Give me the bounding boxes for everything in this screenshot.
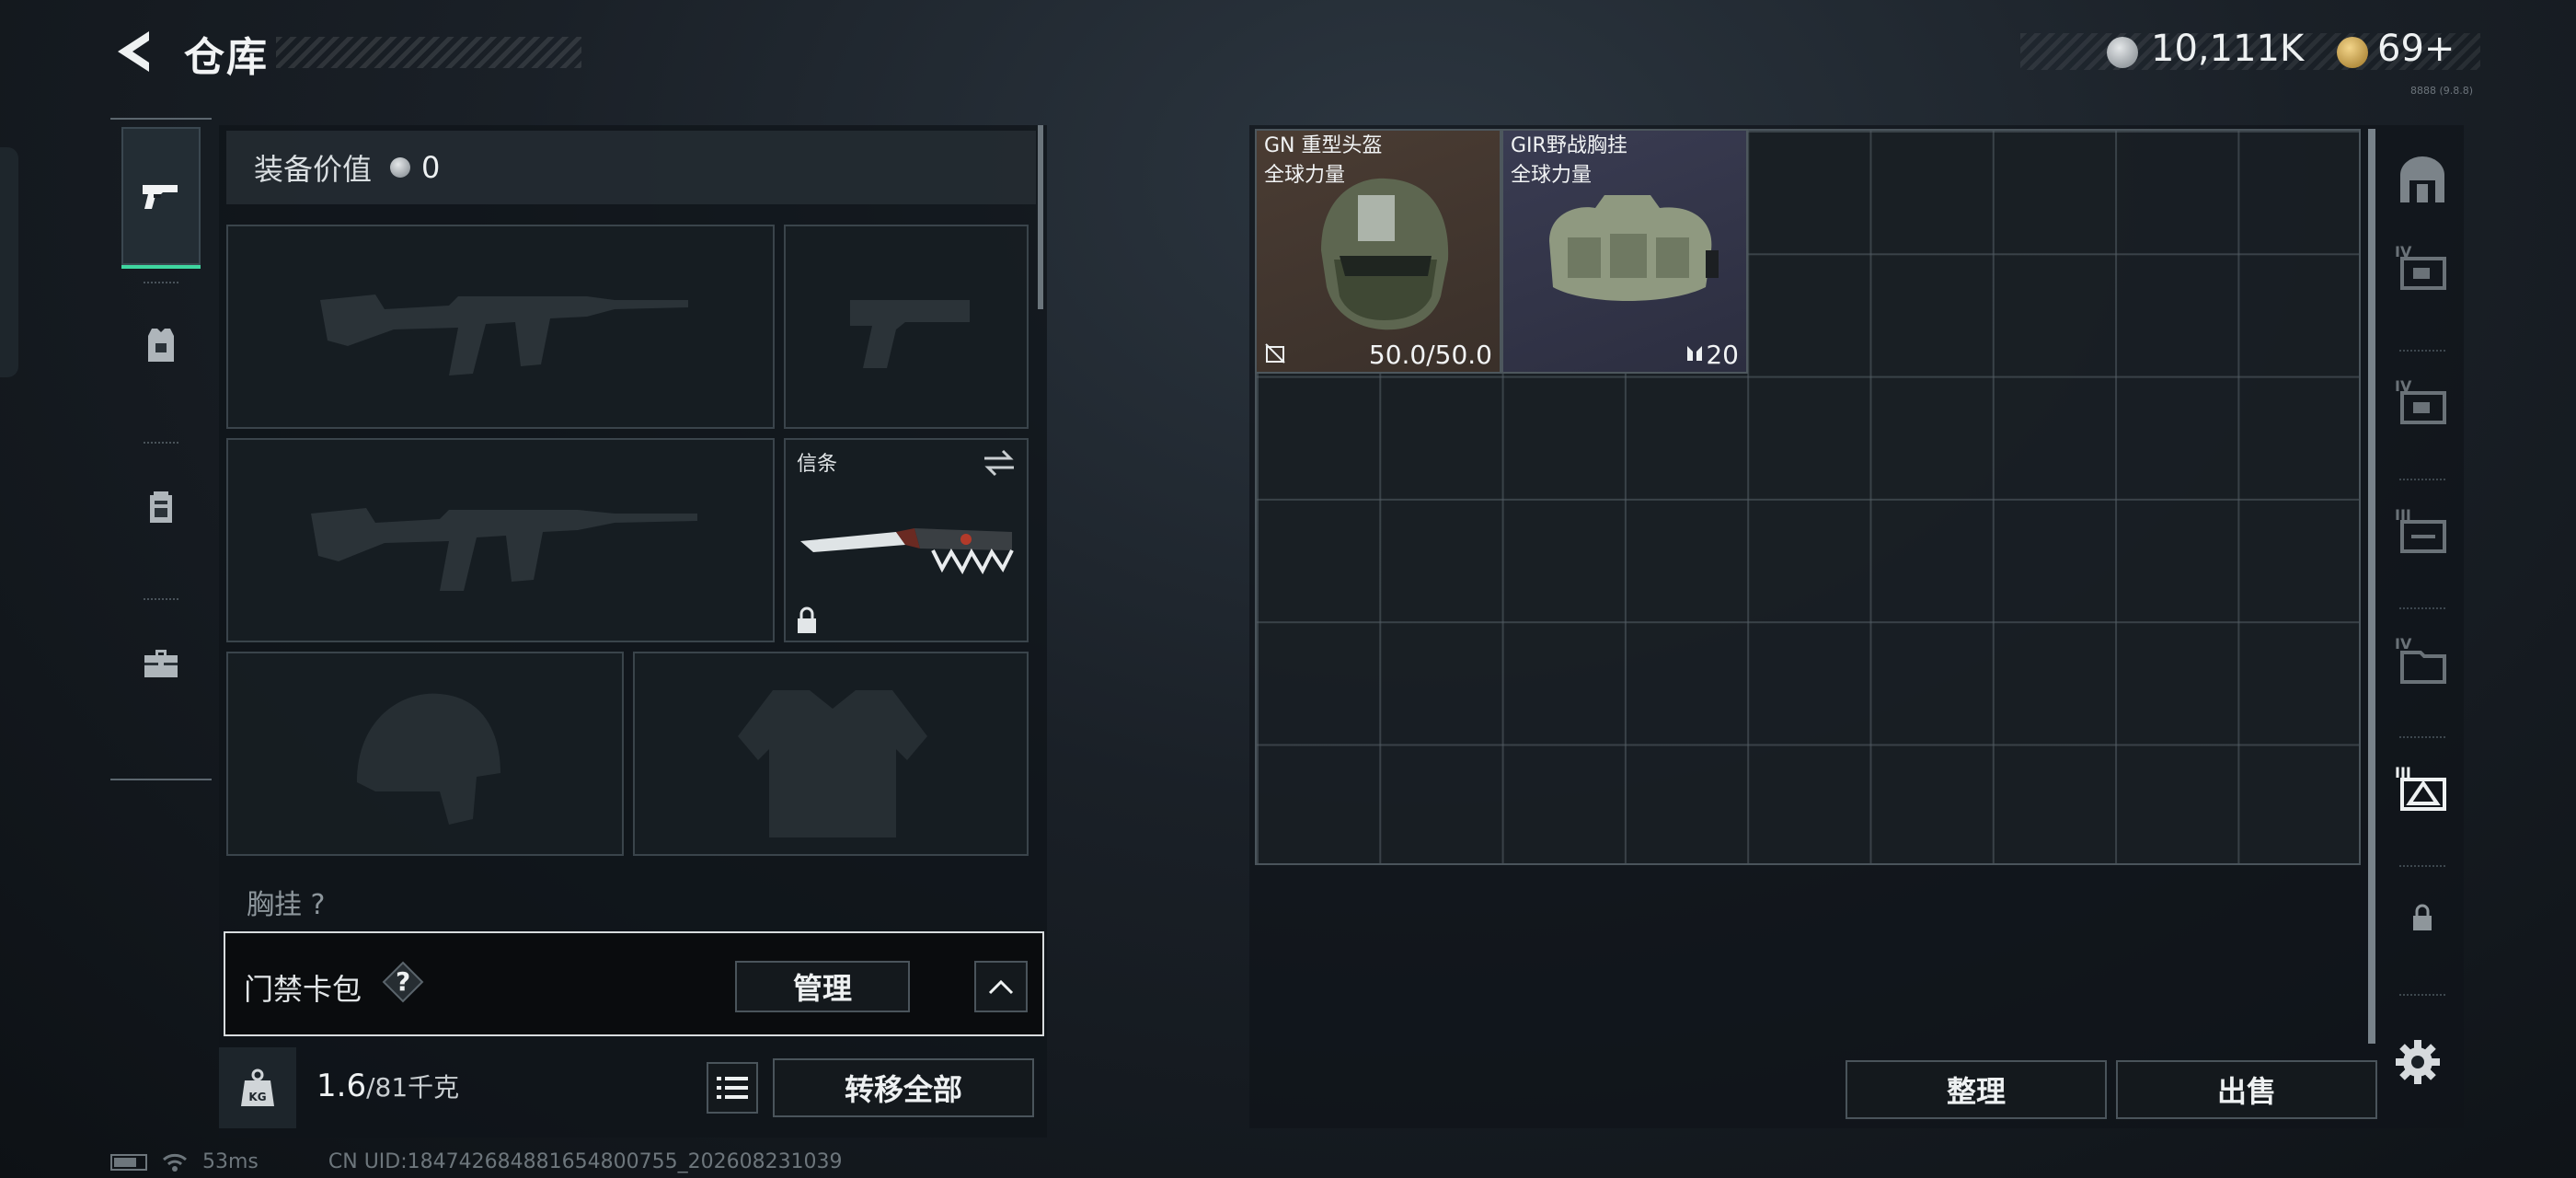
stash-tab-locked[interactable] — [2383, 867, 2462, 968]
helmet-slot[interactable] — [226, 652, 624, 856]
chest-rig-icon — [1549, 195, 1719, 301]
lock-icon — [798, 606, 816, 633]
pistol-silhouette-icon — [850, 300, 970, 368]
item-durability: 50.0/50.0 — [1368, 340, 1492, 370]
svg-text:KG: KG — [248, 1091, 266, 1103]
chevron-up-icon — [988, 979, 1014, 995]
help-icon[interactable]: ? — [382, 961, 424, 1003]
chest-rig-label: 胸挂 ? — [247, 889, 326, 921]
nav-divider — [144, 442, 178, 444]
lock-icon — [2413, 904, 2432, 930]
stash-tab-4[interactable]: IV — [2383, 609, 2462, 710]
silver-currency-amount: 10,111K — [2151, 28, 2305, 70]
battery-icon — [110, 1153, 147, 1171]
armor-vest-icon — [148, 329, 174, 362]
nav-tab-toolbox[interactable] — [121, 612, 201, 713]
primary-weapon-slot[interactable] — [226, 225, 775, 429]
list-icon — [717, 1077, 748, 1099]
pistol-icon — [143, 185, 178, 209]
equip-value-header: 装备价值 0 — [226, 131, 1036, 204]
rifle-silhouette-icon — [320, 294, 688, 375]
nav-tab-backpack[interactable] — [121, 456, 201, 557]
page-title: 仓库 — [184, 34, 269, 81]
title-decoration — [276, 37, 581, 68]
loadout-scrollbar[interactable] — [1038, 125, 1043, 309]
sell-button[interactable]: 出售 — [2116, 1060, 2377, 1119]
silver-coin-icon — [2107, 37, 2138, 68]
silver-coin-icon — [390, 157, 411, 178]
secondary-weapon-slot[interactable] — [226, 438, 775, 642]
swap-icon[interactable] — [981, 447, 1018, 479]
stash-tab-3[interactable]: III — [2383, 480, 2462, 582]
stash-tab-5-active[interactable]: III — [2383, 738, 2462, 839]
user-uid: CN UID:184742684881654800755_20260823103… — [328, 1150, 843, 1173]
stash-tab-2[interactable]: IV — [2383, 352, 2462, 453]
gear-icon[interactable] — [2394, 1038, 2442, 1086]
durability-icon — [1265, 343, 1285, 364]
knife-icon — [800, 528, 1014, 575]
gold-coin-icon — [2337, 37, 2368, 68]
melee-slot[interactable]: 信条 — [784, 438, 1029, 642]
collapse-button[interactable] — [974, 961, 1028, 1012]
nav-tab-weapons[interactable] — [121, 127, 201, 269]
item-capacity: 20 — [1706, 340, 1739, 370]
item-faction: 全球力量 — [1264, 164, 1346, 187]
sidearm-slot[interactable] — [784, 225, 1029, 429]
wifi-icon — [163, 1153, 187, 1172]
carry-weight: 1.6/81千克 — [316, 1068, 459, 1104]
storage-box-icon: IV — [2395, 377, 2446, 424]
stash-page-tabs: IV IV III IV III — [2383, 125, 2462, 1009]
manage-button[interactable]: 管理 — [735, 961, 910, 1012]
weight-kg-icon: KG — [241, 1068, 274, 1106]
stash-tab-1[interactable]: IV — [2383, 217, 2462, 318]
loadout-category-nav — [110, 118, 212, 780]
item-faction: 全球力量 — [1511, 164, 1593, 187]
item-name: GIR野战胸挂 — [1511, 134, 1627, 157]
status-bar: 53ms CN UID:184742684881654800755_202608… — [110, 1150, 843, 1173]
helmet-silhouette-icon — [357, 693, 500, 825]
nav-tab-armor[interactable] — [121, 294, 201, 396]
keycard-case-label: 门禁卡包 — [244, 972, 362, 1007]
backpack-icon — [150, 491, 172, 523]
item-name: GN 重型头盔 — [1264, 134, 1383, 157]
build-tag: 8888 (9.8.8) — [2410, 85, 2474, 97]
stash-home-icon — [2400, 156, 2444, 202]
stash-item-helmet[interactable]: GN 重型头盔 全球力量 50.0/50.0 — [1255, 129, 1501, 374]
gold-currency-amount[interactable]: 69+ — [2377, 28, 2455, 70]
nav-divider — [144, 598, 178, 600]
storage-case-icon: III — [2395, 506, 2446, 553]
tab-divider — [2399, 994, 2445, 996]
stash-item-chest-rig[interactable]: GIR野战胸挂 全球力量 20 — [1501, 129, 1748, 374]
carry-weight-max: /81千克 — [366, 1072, 460, 1103]
ping-value: 53ms — [202, 1150, 259, 1173]
storage-rig-icon: III — [2395, 764, 2446, 811]
briefcase-icon — [144, 650, 178, 677]
svg-text:IV: IV — [2395, 635, 2412, 653]
weight-box: KG — [219, 1047, 296, 1128]
list-view-button[interactable] — [707, 1062, 758, 1114]
heavy-helmet-icon — [1321, 178, 1449, 330]
screen-edge-handle — [0, 147, 18, 377]
keycard-case-bar: 门禁卡包 ? 管理 — [224, 931, 1044, 1036]
storage-folder-icon: IV — [2395, 635, 2446, 684]
equip-value: 0 — [421, 150, 441, 185]
stash-scrollbar[interactable] — [2368, 129, 2375, 1044]
carry-weight-value: 1.6 — [316, 1068, 367, 1104]
rifle-silhouette-icon — [311, 508, 697, 591]
melee-name: 信条 — [797, 453, 838, 476]
help-mark: ? — [396, 966, 411, 997]
storage-box-icon: IV — [2395, 243, 2446, 290]
armor-silhouette-icon — [738, 690, 927, 837]
equip-value-label: 装备价值 — [254, 152, 373, 187]
capacity-icon — [1687, 346, 1702, 361]
sort-button[interactable]: 整理 — [1846, 1060, 2107, 1119]
transfer-all-button[interactable]: 转移全部 — [773, 1058, 1034, 1117]
nav-divider — [144, 282, 178, 283]
stash-tab-main[interactable] — [2383, 134, 2462, 226]
back-arrow-icon[interactable] — [109, 26, 160, 77]
body-armor-slot[interactable] — [633, 652, 1029, 856]
